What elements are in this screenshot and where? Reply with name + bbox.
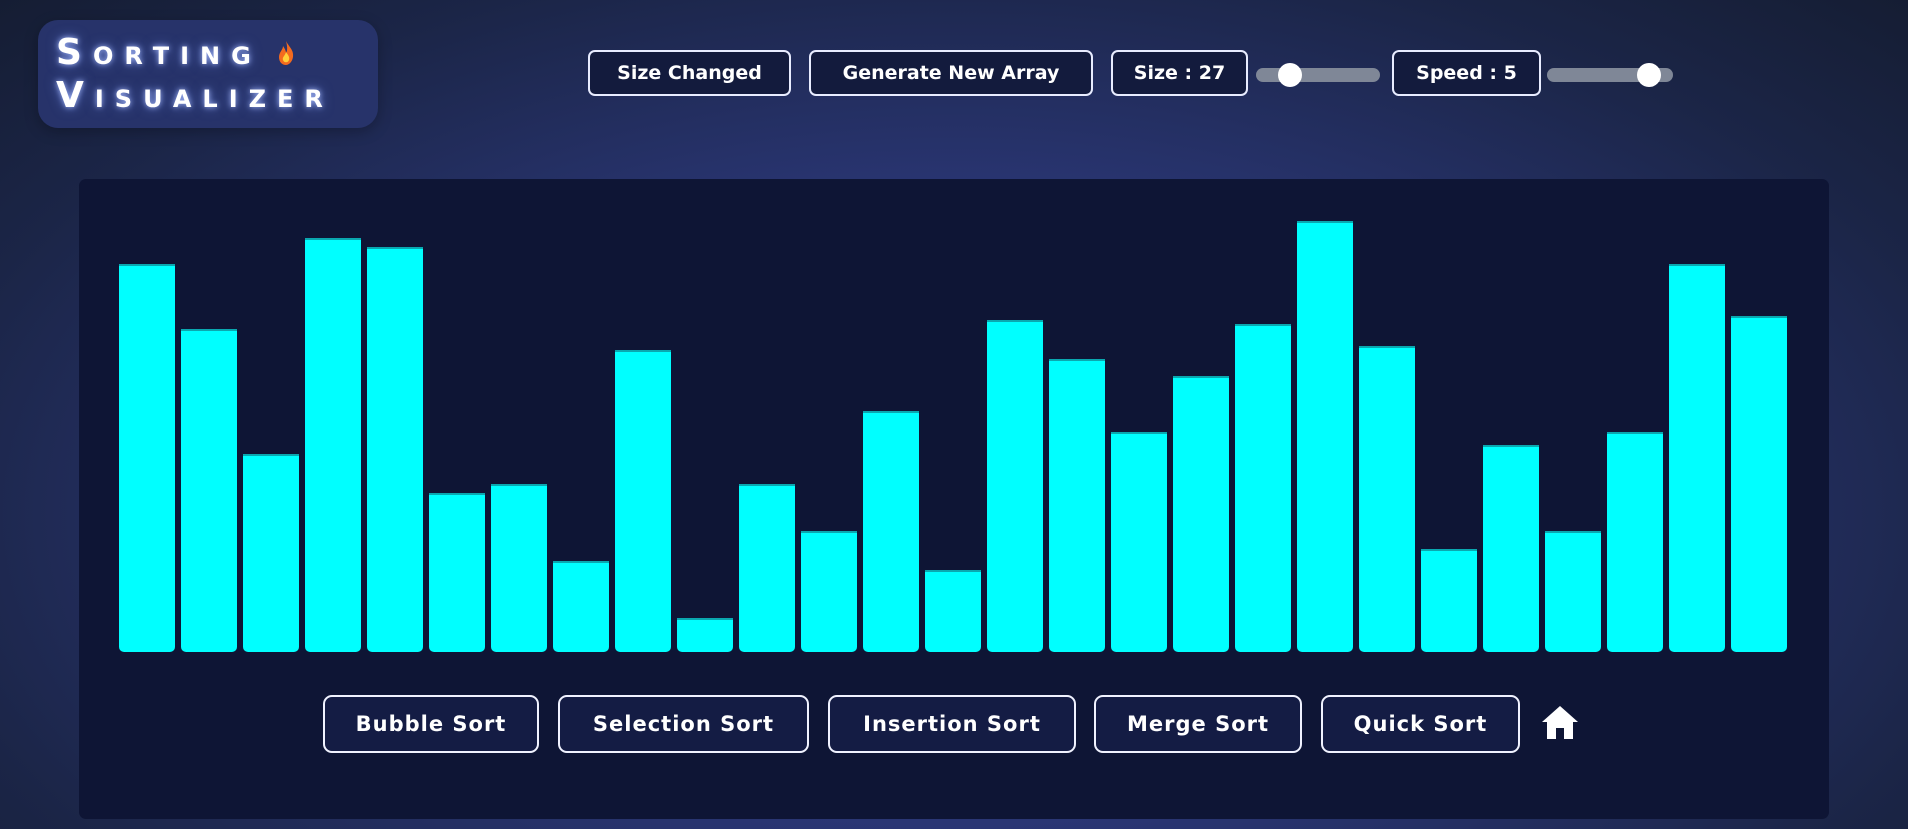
array-bar — [1359, 346, 1415, 652]
array-bar — [1731, 316, 1787, 652]
array-bar — [119, 264, 175, 652]
array-bar — [243, 454, 299, 652]
logo-text-visualizer: ISUALIZER — [94, 85, 334, 113]
array-bar — [1421, 549, 1477, 652]
speed-label: Speed : 5 — [1392, 50, 1541, 96]
array-bar — [1545, 531, 1601, 652]
quick-sort-button[interactable]: Quick Sort — [1321, 695, 1520, 753]
array-bar — [181, 329, 237, 652]
selection-sort-button[interactable]: Selection Sort — [558, 695, 809, 753]
logo-line-sorting: SORTING — [56, 32, 295, 73]
speed-slider[interactable] — [1547, 63, 1673, 87]
array-bar — [305, 238, 361, 652]
speed-slider-thumb[interactable] — [1637, 63, 1661, 87]
array-bar — [801, 531, 857, 652]
size-label: Size : 27 — [1111, 50, 1248, 96]
app-logo: SORTING VISUALIZER — [38, 20, 378, 128]
array-bar — [1483, 445, 1539, 652]
logo-line-visualizer: VISUALIZER — [56, 75, 334, 116]
logo-text-sorting: ORTING — [92, 42, 262, 70]
home-icon[interactable] — [1540, 703, 1580, 743]
array-bar — [739, 484, 795, 652]
array-bar — [429, 493, 485, 652]
array-bar — [1111, 432, 1167, 652]
logo-initial-s: S — [56, 32, 93, 73]
array-bar — [925, 570, 981, 652]
array-bar — [1669, 264, 1725, 652]
insertion-sort-button[interactable]: Insertion Sort — [828, 695, 1076, 753]
array-bar — [1607, 432, 1663, 652]
merge-sort-button[interactable]: Merge Sort — [1094, 695, 1302, 753]
array-bar — [553, 561, 609, 652]
generate-new-array-button[interactable]: Generate New Array — [809, 50, 1093, 96]
array-bar — [863, 411, 919, 652]
fire-icon — [279, 41, 294, 65]
size-slider-thumb[interactable] — [1278, 63, 1302, 87]
array-bar — [1049, 359, 1105, 652]
array-bar — [1235, 324, 1291, 652]
array-bars — [79, 179, 1829, 655]
array-bar — [367, 247, 423, 652]
array-bar — [677, 618, 733, 652]
bubble-sort-button[interactable]: Bubble Sort — [323, 695, 539, 753]
size-changed-button[interactable]: Size Changed — [588, 50, 791, 96]
visualizer-panel: Bubble Sort Selection Sort Insertion Sor… — [79, 179, 1829, 819]
array-bar — [987, 320, 1043, 652]
array-bar — [491, 484, 547, 652]
size-slider[interactable] — [1256, 63, 1380, 87]
array-bar — [1297, 221, 1353, 652]
logo-initial-v: V — [56, 75, 95, 116]
array-bar — [1173, 376, 1229, 652]
array-bar — [615, 350, 671, 652]
